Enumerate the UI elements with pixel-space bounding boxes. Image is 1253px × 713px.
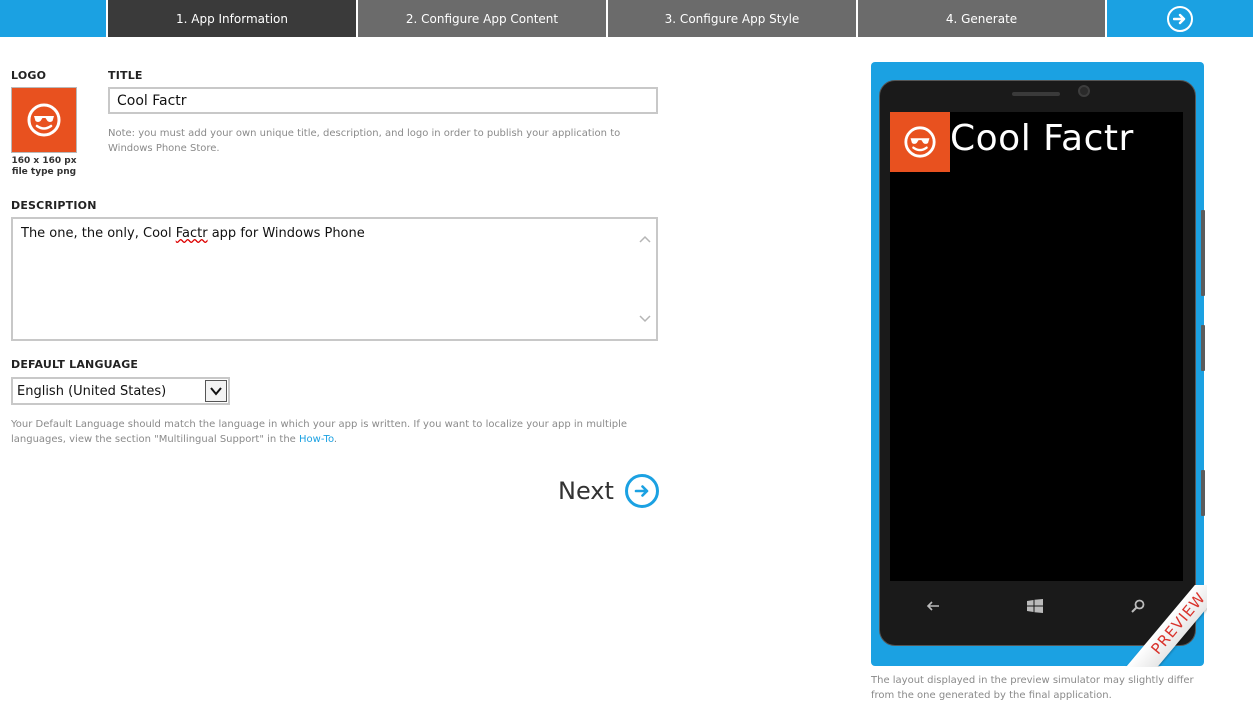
step-generate[interactable]: 4. Generate bbox=[856, 0, 1105, 37]
phone-power-button bbox=[1201, 325, 1205, 371]
sunglasses-smiley-icon bbox=[27, 103, 61, 137]
step-app-information[interactable]: 1. App Information bbox=[106, 0, 356, 37]
next-label: Next bbox=[558, 477, 614, 505]
step-configure-app-content[interactable]: 2. Configure App Content bbox=[356, 0, 606, 37]
description-textarea[interactable]: The one, the only, Cool Factr app for Wi… bbox=[11, 217, 658, 341]
preview-note: The layout displayed in the preview simu… bbox=[871, 675, 1194, 701]
preview-app-title: Cool Factr bbox=[950, 118, 1134, 159]
default-language-label: DEFAULT LANGUAGE bbox=[11, 358, 139, 371]
preview-ribbon-label: PREVIEW bbox=[1121, 585, 1207, 667]
phone-volume-button bbox=[1201, 210, 1205, 296]
steps-next-button[interactable] bbox=[1105, 0, 1253, 37]
phone-speaker bbox=[1012, 92, 1060, 96]
back-arrow-icon bbox=[925, 598, 941, 614]
next-button[interactable]: Next bbox=[558, 474, 659, 508]
language-note: Your Default Language should match the l… bbox=[11, 419, 628, 445]
preview-ribbon: PREVIEW bbox=[1115, 585, 1207, 667]
description-text: The one, the only, Cool Factr app for Wi… bbox=[21, 226, 365, 241]
wizard-steps: 1. App Information 2. Configure App Cont… bbox=[0, 0, 1253, 37]
arrow-right-circle-icon bbox=[624, 474, 659, 508]
title-input[interactable] bbox=[108, 87, 658, 114]
description-label: DESCRIPTION bbox=[11, 199, 97, 212]
logo-filetype-text: file type png bbox=[11, 167, 77, 177]
steps-accent-block bbox=[0, 0, 106, 37]
windows-logo-icon bbox=[1027, 598, 1043, 614]
arrow-right-circle-icon bbox=[1167, 5, 1193, 32]
preview-logo-tile bbox=[890, 112, 950, 172]
logo-size-text: 160 x 160 px bbox=[11, 156, 77, 166]
scroll-up-icon[interactable] bbox=[638, 233, 652, 245]
logo-label: LOGO bbox=[11, 69, 47, 82]
logo-upload[interactable] bbox=[11, 87, 77, 153]
title-label: TITLE bbox=[108, 69, 143, 82]
sunglasses-smiley-icon bbox=[904, 126, 936, 158]
logo-caption: 160 x 160 px file type png bbox=[4, 156, 84, 178]
phone-camera-button bbox=[1201, 470, 1205, 516]
default-language-value: English (United States) bbox=[17, 383, 167, 399]
scroll-down-icon[interactable] bbox=[638, 313, 652, 325]
title-note: Note: you must add your own unique title… bbox=[108, 128, 621, 154]
phone-screen: Cool Factr bbox=[890, 112, 1183, 581]
default-language-select[interactable]: English (United States) bbox=[11, 377, 230, 405]
step-configure-app-style[interactable]: 3. Configure App Style bbox=[606, 0, 856, 37]
how-to-link[interactable]: How-To bbox=[299, 434, 334, 445]
phone-camera bbox=[1078, 85, 1090, 97]
chevron-down-icon[interactable] bbox=[205, 380, 227, 402]
